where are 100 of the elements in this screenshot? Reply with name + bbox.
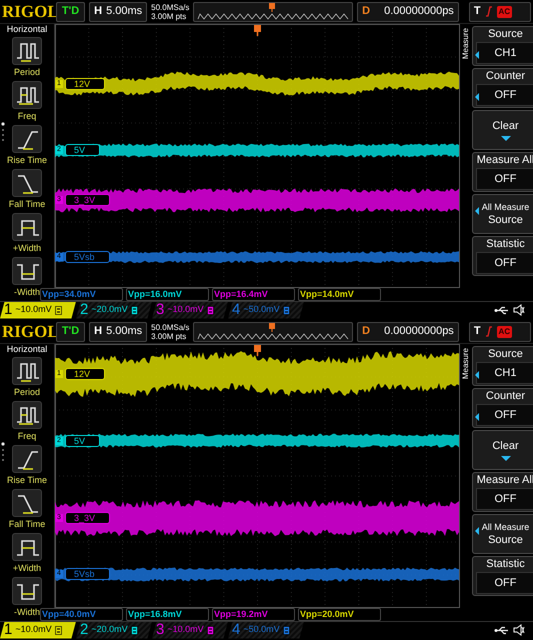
trigger-label: T (474, 324, 481, 340)
measurement-readout: Vpp=20.0mV (300, 609, 354, 619)
measure-label: Rise Time (6, 475, 47, 485)
menu-softkey[interactable]: Statistic OFF (472, 236, 533, 276)
trigger-marker-icon (269, 322, 276, 332)
measure-label: Freq (18, 431, 36, 441)
trigger-position-icon (254, 25, 261, 36)
menu-softkey[interactable]: Counter OFF (472, 68, 533, 108)
measurement-readout: Vpp=16.4mV (214, 289, 268, 299)
delay-label: D (362, 4, 370, 20)
memory-depth: 3.00M pts (151, 332, 188, 340)
measure-button[interactable] (12, 213, 42, 241)
measure-button[interactable] (12, 81, 42, 109)
trace-label: 5V (65, 434, 100, 447)
measure-button[interactable] (12, 533, 42, 561)
measurement-readout: Vpp=16.0mV (128, 289, 182, 299)
menu-title: Horizontal (6, 344, 48, 355)
page-dots-icon (1, 442, 5, 462)
memory-depth: 3.00M pts (151, 12, 188, 20)
menu-softkey[interactable]: All Measure Source (472, 194, 533, 234)
measure-button[interactable] (12, 169, 42, 197)
sample-rate: 50.0MSa/s (151, 322, 190, 332)
trigger-marker-icon (269, 2, 276, 12)
bandwidth-limit-icon (130, 306, 138, 314)
menu-softkey[interactable]: Statistic OFF (472, 556, 533, 596)
measure-label: Fall Time (8, 199, 46, 209)
timebase-value: 5.00ms (106, 4, 142, 20)
page-dots-icon (1, 122, 5, 142)
measure-button[interactable] (12, 401, 42, 429)
menu-softkey[interactable]: Clear (472, 110, 533, 150)
measure-label: -Width (14, 607, 40, 617)
measure-label: Fall Time (8, 519, 46, 529)
measure-button[interactable] (12, 577, 42, 605)
menu-softkey[interactable]: Source CH1 (472, 26, 533, 66)
measure-button[interactable] (12, 125, 42, 153)
measure-label: -Width (14, 287, 40, 297)
menu-title: Measure (460, 28, 471, 60)
trace-label: 12V (65, 368, 106, 380)
menu-title: Horizontal (6, 24, 48, 35)
measurement-readout: Vpp=40.0mV (42, 609, 96, 619)
delay-label: D (362, 324, 370, 340)
channel-tab[interactable]: 1 ~10.0mV (0, 302, 76, 318)
timebase-label: H (94, 4, 102, 20)
usb-icon (494, 306, 510, 314)
measure-button[interactable] (12, 357, 42, 385)
trace-label: 5Vsb (65, 251, 110, 264)
delay-value: 0.00000000ps (384, 324, 454, 340)
measure-button[interactable] (12, 37, 42, 65)
measure-button[interactable] (12, 489, 42, 517)
coupling-badge: AC (496, 6, 512, 18)
menu-softkey[interactable]: Source CH1 (472, 346, 533, 386)
measure-label: Period (14, 67, 40, 77)
measure-button[interactable] (12, 445, 42, 473)
speaker-mute-icon (513, 304, 525, 316)
channel-tab[interactable]: 3 ~10.0mV (152, 302, 228, 318)
menu-title: Measure (460, 348, 471, 380)
measure-label: Rise Time (6, 155, 47, 165)
bandwidth-limit-icon (130, 626, 138, 634)
channel-tab[interactable]: 4 ~50.0mV (228, 622, 304, 638)
rising-edge-icon (484, 6, 493, 17)
measure-button[interactable] (12, 257, 42, 285)
trigger-position-icon (254, 345, 261, 356)
measure-label: +Width (12, 563, 42, 573)
bandwidth-limit-icon (54, 306, 62, 314)
run-status: T'D (56, 322, 86, 342)
bandwidth-limit-icon (282, 626, 290, 634)
trace-label: 12V (65, 78, 106, 90)
measure-label: Freq (18, 111, 36, 121)
coupling-badge: AC (496, 326, 512, 338)
timebase-value: 5.00ms (106, 324, 142, 340)
usb-icon (494, 626, 510, 634)
measure-label: Period (14, 387, 40, 397)
trace-label: 3_3V (65, 194, 110, 206)
sample-rate: 50.0MSa/s (151, 2, 190, 12)
trace-label: 3_3V (65, 512, 110, 524)
rising-edge-icon (484, 326, 493, 337)
trace-label: 5Vsb (65, 568, 110, 580)
channel-tab[interactable]: 2 ~20.0mV (76, 622, 152, 638)
measurement-readout: Vpp=14.0mV (300, 289, 354, 299)
bandwidth-limit-icon (206, 306, 214, 314)
speaker-mute-icon (513, 624, 525, 636)
bandwidth-limit-icon (282, 306, 290, 314)
channel-tab[interactable]: 1 ~10.0mV (0, 622, 76, 638)
bandwidth-limit-icon (206, 626, 214, 634)
channel-tab[interactable]: 4 ~50.0mV (228, 302, 304, 318)
measure-label: +Width (12, 243, 42, 253)
trigger-label: T (474, 4, 481, 20)
measurement-readout: Vpp=19.2mV (214, 609, 268, 619)
run-status: T'D (56, 2, 86, 22)
menu-softkey[interactable]: Clear (472, 430, 533, 470)
delay-value: 0.00000000ps (384, 4, 454, 20)
channel-tab[interactable]: 2 ~20.0mV (76, 302, 152, 318)
menu-softkey[interactable]: Counter OFF (472, 388, 533, 428)
measurement-readout: Vpp=16.8mV (128, 609, 182, 619)
channel-tab[interactable]: 3 ~10.0mV (152, 622, 228, 638)
bandwidth-limit-icon (54, 626, 62, 634)
measurement-readout: Vpp=34.0mV (42, 289, 96, 299)
trace-label: 5V (65, 144, 100, 156)
timebase-label: H (94, 324, 102, 340)
menu-softkey[interactable]: All Measure Source (472, 514, 533, 554)
